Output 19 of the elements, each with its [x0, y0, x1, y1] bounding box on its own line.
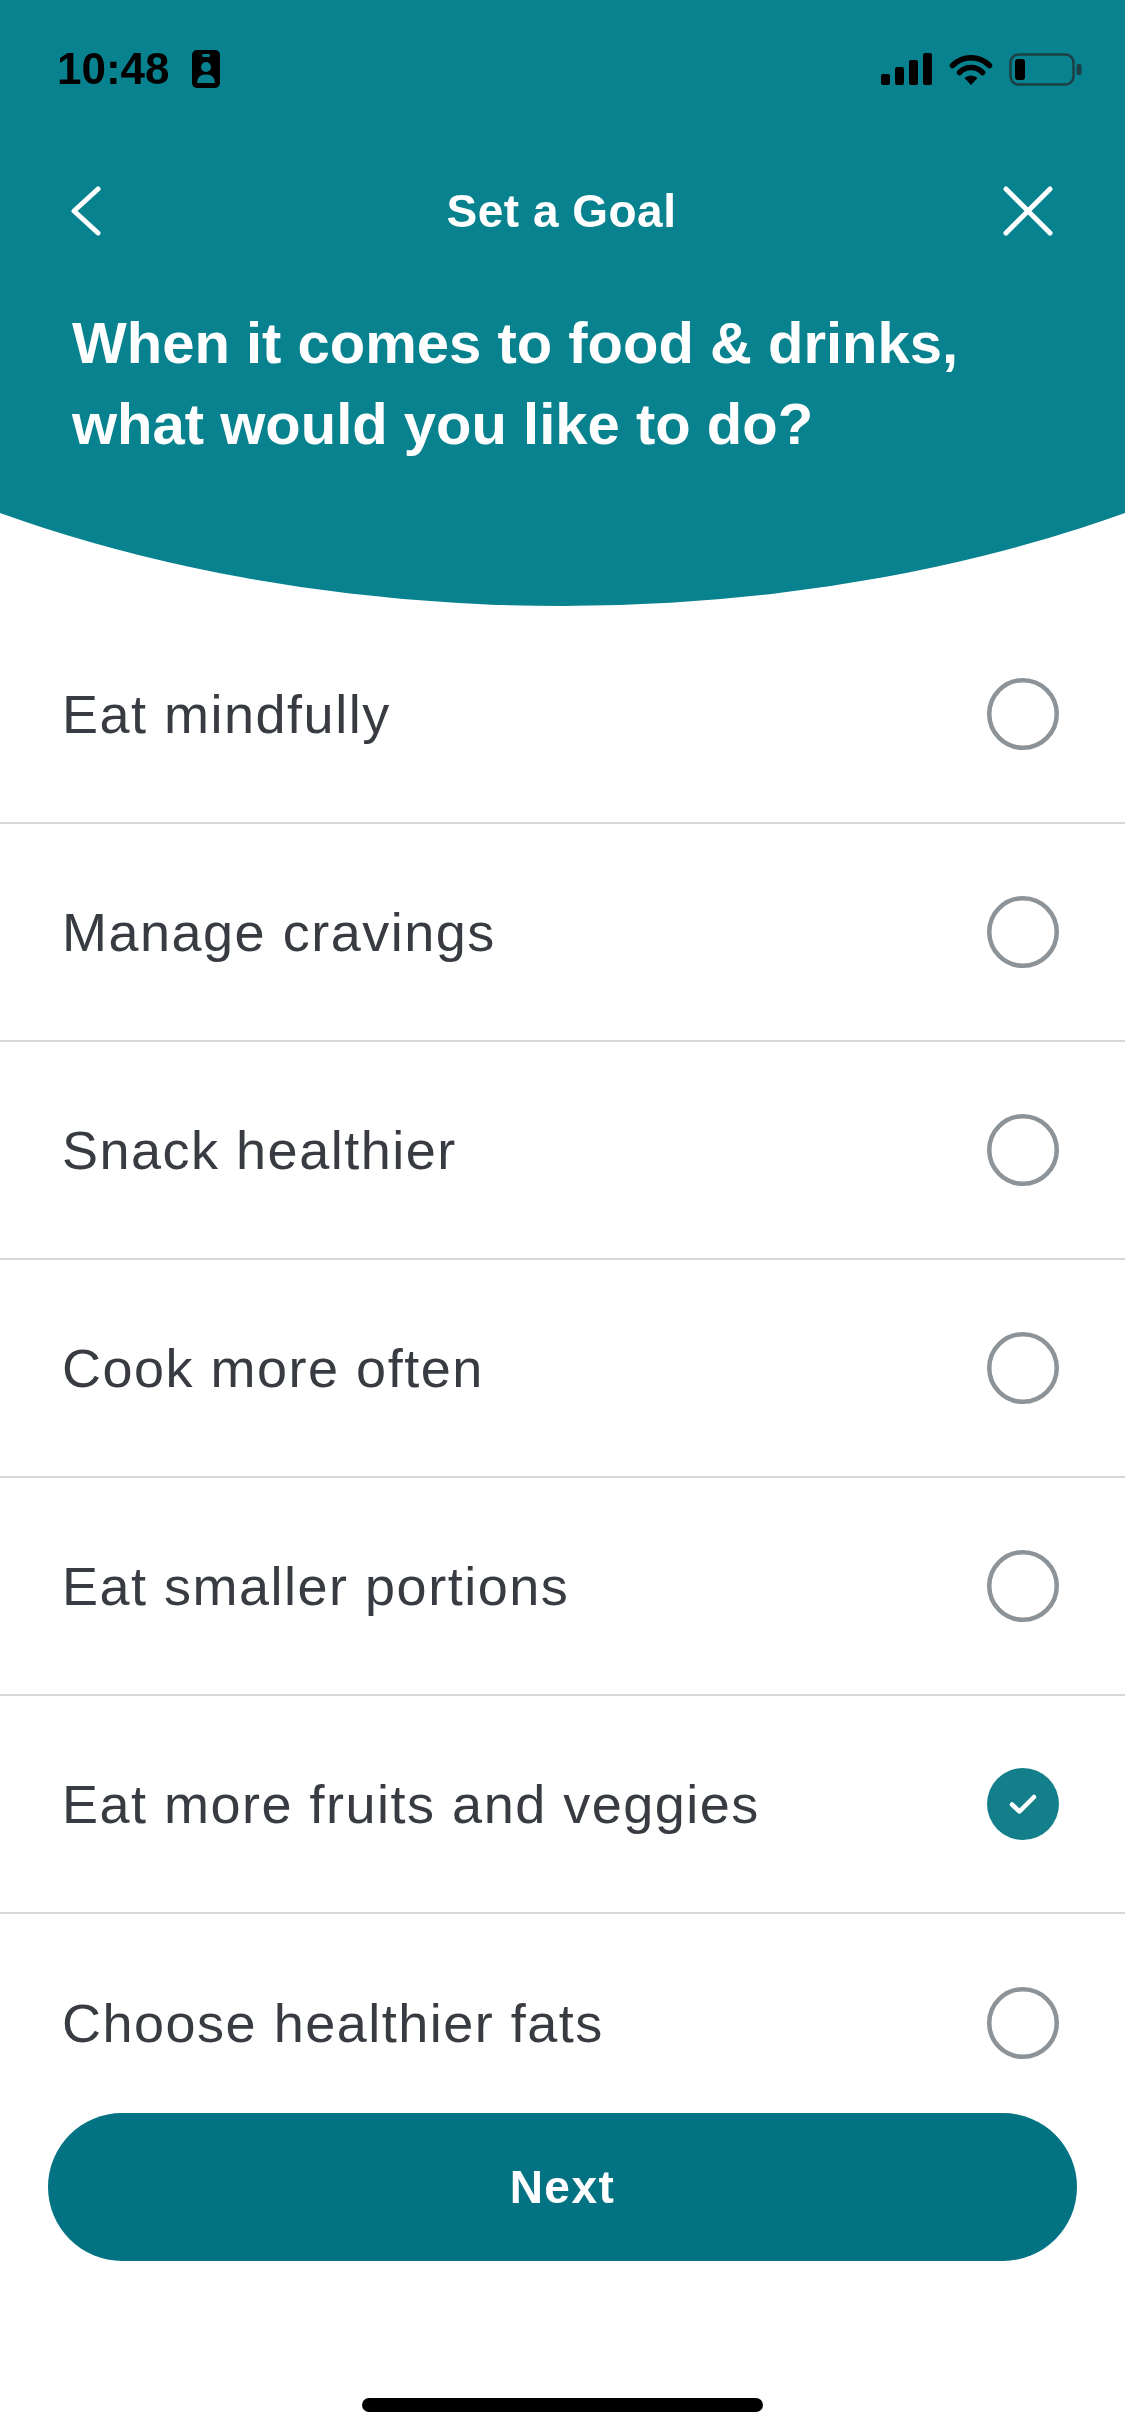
goal-option[interactable]: Cook more often [0, 1260, 1125, 1478]
next-button[interactable]: Next [48, 2113, 1077, 2261]
goal-option[interactable]: Eat mindfully [0, 606, 1125, 824]
goal-option[interactable]: Choose healthier fats [0, 1914, 1125, 2113]
goal-option[interactable]: Snack healthier [0, 1042, 1125, 1260]
back-icon [70, 186, 102, 236]
close-icon [1003, 186, 1053, 236]
wifi-icon [948, 52, 994, 86]
person-badge-icon [191, 50, 220, 88]
close-button[interactable] [1003, 186, 1053, 236]
battery-icon [1009, 52, 1082, 86]
status-time: 10:48 [57, 47, 170, 91]
screen-title: Set a Goal [446, 184, 677, 238]
goal-option[interactable]: Eat smaller portions [0, 1478, 1125, 1696]
goal-option[interactable]: Eat more fruits and veggies [0, 1696, 1125, 1914]
question-heading: When it comes to food & drinks, what would you like to do? [72, 309, 960, 458]
goal-option[interactable]: Manage cravings [0, 824, 1125, 1042]
signal-icon [881, 53, 933, 85]
back-button[interactable] [70, 186, 102, 236]
